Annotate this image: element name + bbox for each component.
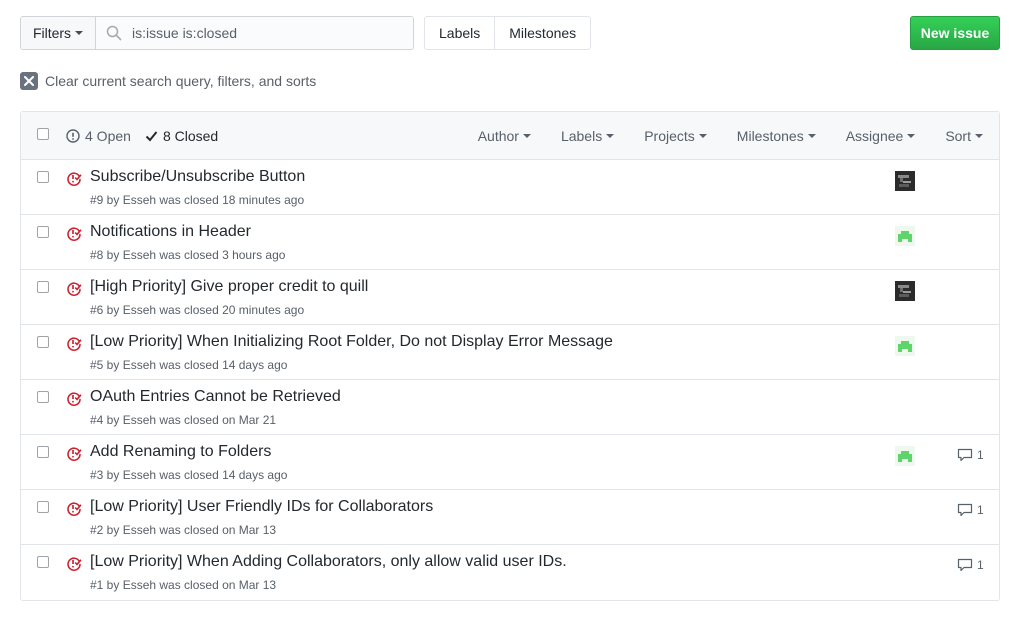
issue-closed-icon bbox=[67, 392, 82, 406]
clear-query-link[interactable]: Clear current search query, filters, and… bbox=[20, 72, 316, 90]
open-count: 4 Open bbox=[85, 128, 131, 144]
caret-down-icon bbox=[698, 134, 707, 138]
issue-closed-icon bbox=[67, 282, 82, 296]
comment-count: 1 bbox=[977, 448, 984, 462]
issue-checkbox[interactable] bbox=[37, 281, 49, 293]
milestones-filter-label: Milestones bbox=[736, 128, 804, 144]
issue-row[interactable]: Add Renaming to Folders #3 by Esseh was … bbox=[21, 435, 999, 490]
comment-count: 1 bbox=[977, 558, 984, 572]
avatar[interactable] bbox=[895, 281, 915, 301]
labels-milestones-nav: Labels Milestones bbox=[424, 16, 592, 50]
milestones-filter[interactable]: Milestones bbox=[737, 128, 816, 144]
search-input[interactable] bbox=[130, 24, 390, 42]
issue-closed-icon bbox=[67, 337, 82, 351]
issue-title-link[interactable]: Subscribe/Unsubscribe Button bbox=[90, 168, 305, 186]
search-icon bbox=[106, 25, 122, 41]
projects-filter[interactable]: Projects bbox=[644, 128, 707, 144]
issue-closed-icon bbox=[67, 557, 82, 571]
state-toggle: 4 Open 8 Closed bbox=[66, 112, 218, 160]
issue-closed-icon bbox=[67, 447, 82, 461]
issue-checkbox[interactable] bbox=[37, 446, 49, 458]
filter-menus: Author Labels Projects Milestones Assign… bbox=[478, 112, 983, 160]
issue-checkbox[interactable] bbox=[37, 336, 49, 348]
closed-issues-link[interactable]: 8 Closed bbox=[145, 128, 218, 144]
projects-filter-label: Projects bbox=[644, 128, 695, 144]
issues-list-header: 4 Open 8 Closed Author Labels Projects M… bbox=[21, 112, 999, 160]
issue-title-link[interactable]: [Low Priority] When Initializing Root Fo… bbox=[90, 333, 613, 351]
assignee-filter-label: Assignee bbox=[845, 128, 904, 144]
comments-link[interactable]: 1 bbox=[957, 448, 984, 462]
issue-checkbox[interactable] bbox=[37, 501, 49, 513]
issue-meta: #9 by Esseh was closed 18 minutes ago bbox=[90, 193, 305, 207]
issue-checkbox[interactable] bbox=[37, 391, 49, 403]
issue-title-link[interactable]: OAuth Entries Cannot be Retrieved bbox=[90, 388, 341, 406]
labels-filter-label: Labels bbox=[560, 128, 603, 144]
author-filter-label: Author bbox=[477, 128, 519, 144]
issue-closed-icon bbox=[67, 172, 82, 186]
check-icon bbox=[145, 131, 158, 142]
issue-checkbox[interactable] bbox=[37, 556, 49, 568]
caret-down-icon bbox=[975, 134, 983, 138]
issue-title-link[interactable]: [Low Priority] User Friendly IDs for Col… bbox=[90, 498, 433, 516]
issue-closed-icon bbox=[67, 227, 82, 241]
issue-checkbox[interactable] bbox=[37, 171, 49, 183]
avatar[interactable] bbox=[895, 336, 915, 356]
sort-filter-label: Sort bbox=[945, 128, 971, 144]
avatar[interactable] bbox=[895, 446, 915, 466]
comment-count: 1 bbox=[977, 503, 984, 517]
issue-meta: #5 by Esseh was closed 14 days ago bbox=[90, 358, 288, 372]
new-issue-button[interactable]: New issue bbox=[910, 16, 1000, 50]
issue-meta: #2 by Esseh was closed on Mar 13 bbox=[90, 523, 277, 537]
open-issues-link[interactable]: 4 Open bbox=[66, 128, 131, 144]
issue-rows: Subscribe/Unsubscribe Button #9 by Esseh… bbox=[21, 160, 999, 600]
caret-down-icon bbox=[907, 134, 916, 138]
issue-meta: #6 by Esseh was closed 20 minutes ago bbox=[90, 303, 305, 317]
comments-link[interactable]: 1 bbox=[957, 503, 984, 517]
issue-meta: #3 by Esseh was closed 14 days ago bbox=[90, 468, 288, 482]
caret-down-icon bbox=[522, 134, 531, 138]
issue-meta: #4 by Esseh was closed on Mar 21 bbox=[90, 413, 277, 427]
issue-opened-icon bbox=[66, 129, 80, 143]
author-filter[interactable]: Author bbox=[478, 128, 531, 144]
closed-count: 8 Closed bbox=[162, 128, 219, 144]
issue-row[interactable]: Subscribe/Unsubscribe Button #9 by Esseh… bbox=[21, 160, 999, 215]
caret-down-icon bbox=[75, 31, 84, 35]
comment-icon bbox=[957, 558, 973, 572]
milestones-link[interactable]: Milestones bbox=[494, 17, 590, 49]
caret-down-icon bbox=[807, 134, 816, 138]
close-icon bbox=[20, 72, 38, 90]
issue-meta: #8 by Esseh was closed 3 hours ago bbox=[90, 248, 286, 262]
select-all-checkbox[interactable] bbox=[37, 128, 49, 140]
issue-row[interactable]: [Low Priority] When Initializing Root Fo… bbox=[21, 325, 999, 380]
issue-row[interactable]: Notifications in Header #8 by Esseh was … bbox=[21, 215, 999, 270]
comments-link[interactable]: 1 bbox=[957, 558, 984, 572]
issue-checkbox[interactable] bbox=[37, 226, 49, 238]
labels-link[interactable]: Labels bbox=[425, 17, 494, 49]
filters-button[interactable]: Filters bbox=[21, 17, 96, 49]
avatar[interactable] bbox=[895, 171, 915, 191]
issue-row[interactable]: [Low Priority] User Friendly IDs for Col… bbox=[21, 490, 999, 545]
issue-title-link[interactable]: [Low Priority] When Adding Collaborators… bbox=[90, 553, 567, 571]
issue-closed-icon bbox=[67, 502, 82, 516]
issue-row[interactable]: [High Priority] Give proper credit to qu… bbox=[21, 270, 999, 325]
search-box bbox=[96, 17, 413, 49]
issue-meta: #1 by Esseh was closed on Mar 13 bbox=[90, 578, 277, 592]
issue-row[interactable]: [Low Priority] When Adding Collaborators… bbox=[21, 545, 999, 600]
sort-filter[interactable]: Sort bbox=[945, 128, 983, 144]
issues-list: 4 Open 8 Closed Author Labels Projects M… bbox=[20, 111, 1000, 601]
assignee-filter[interactable]: Assignee bbox=[846, 128, 916, 144]
labels-filter[interactable]: Labels bbox=[560, 128, 615, 144]
filters-button-label: Filters bbox=[32, 25, 72, 41]
filters-search-group: Filters bbox=[20, 16, 414, 50]
avatar[interactable] bbox=[895, 226, 915, 246]
clear-query-label: Clear current search query, filters, and… bbox=[45, 73, 317, 89]
issue-title-link[interactable]: Notifications in Header bbox=[90, 223, 251, 241]
caret-down-icon bbox=[606, 134, 615, 138]
comment-icon bbox=[957, 448, 973, 462]
comment-icon bbox=[957, 503, 973, 517]
issue-title-link[interactable]: Add Renaming to Folders bbox=[90, 443, 271, 461]
issue-row[interactable]: OAuth Entries Cannot be Retrieved #4 by … bbox=[21, 380, 999, 435]
issue-title-link[interactable]: [High Priority] Give proper credit to qu… bbox=[90, 278, 368, 296]
